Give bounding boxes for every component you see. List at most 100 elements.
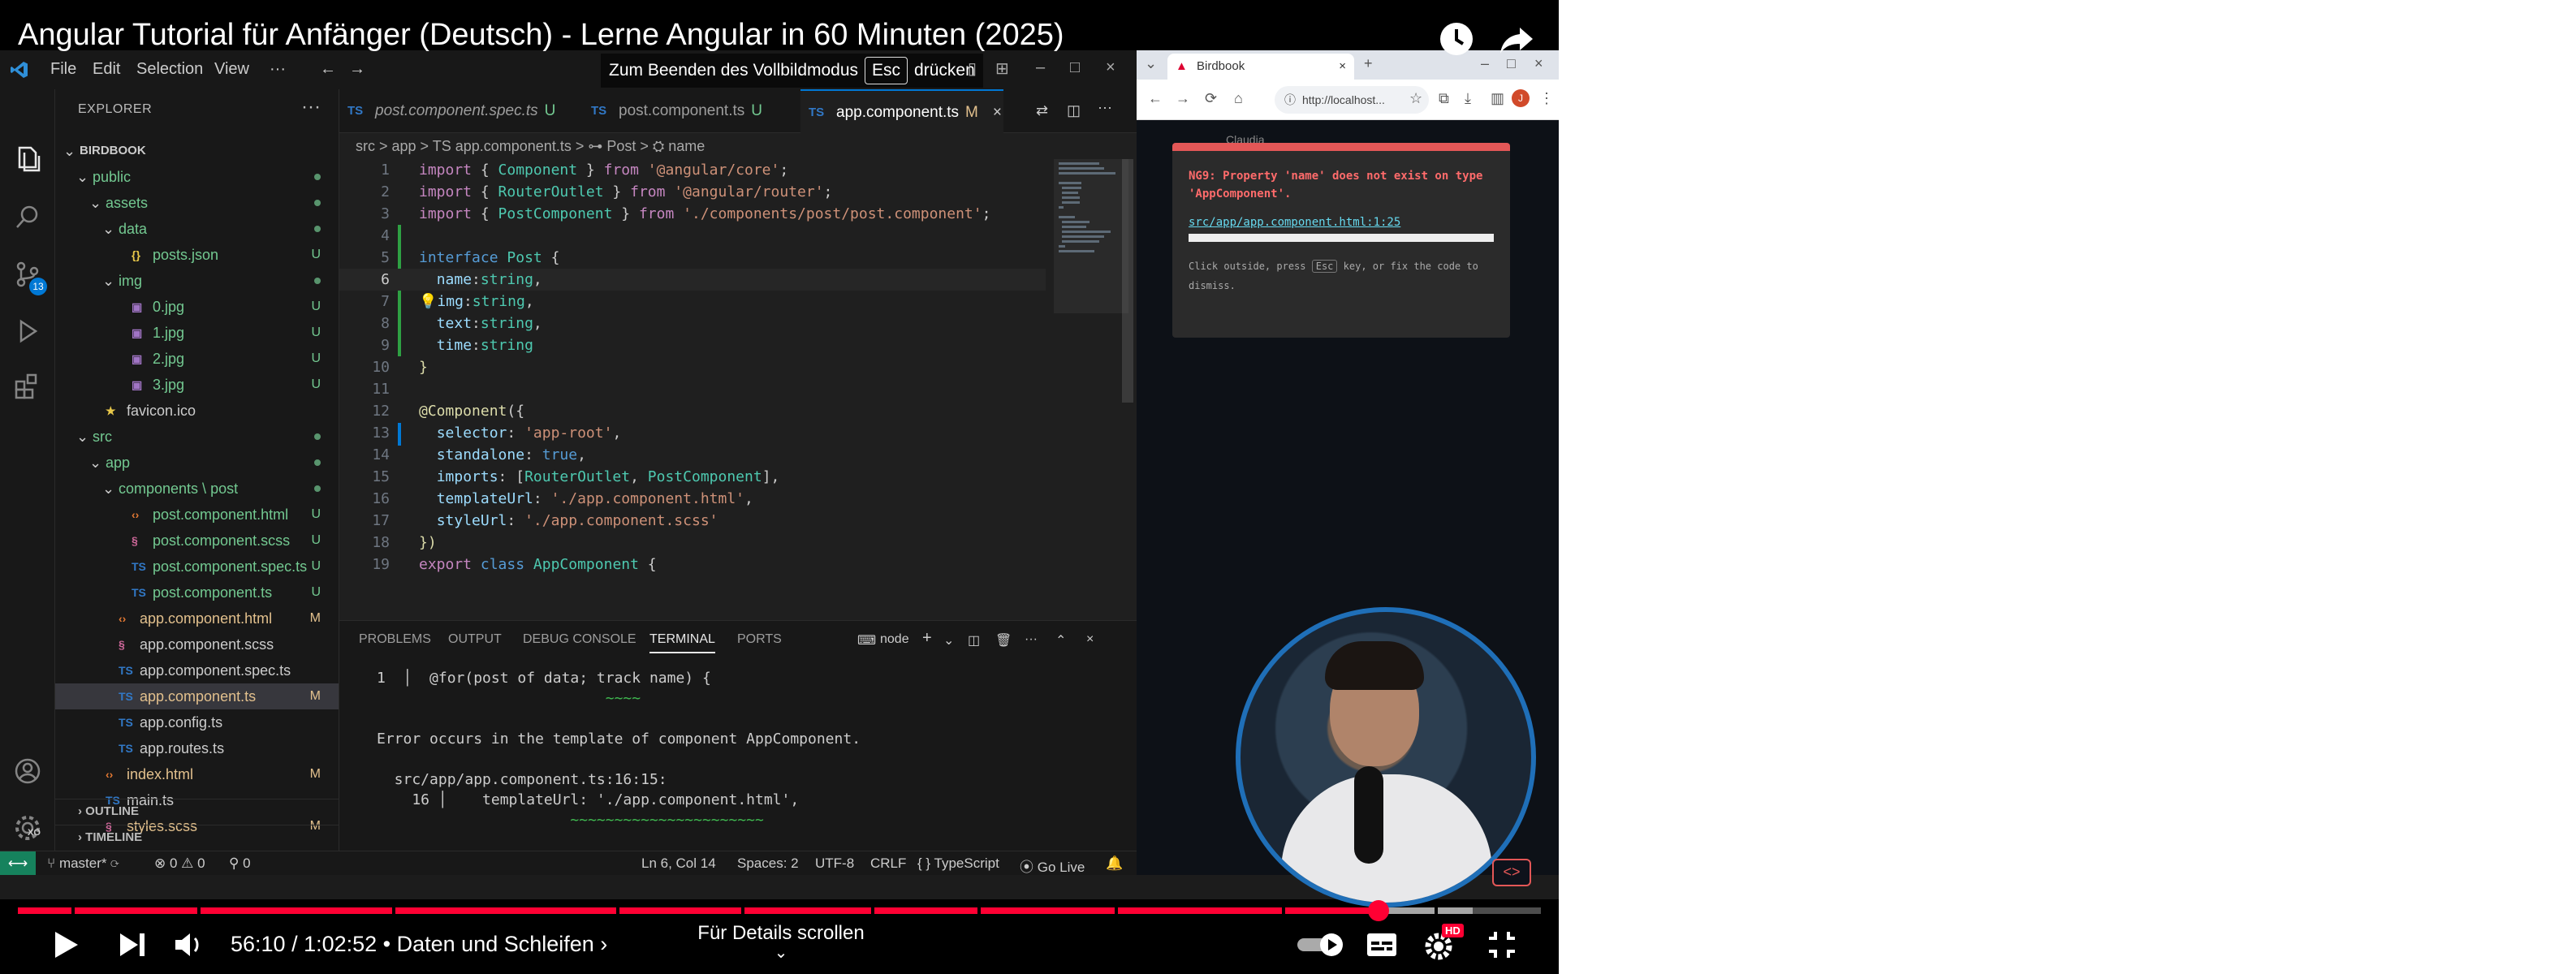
tree-file[interactable]: TS post.component.spec.ts U [55, 554, 339, 580]
code-line[interactable]: 13 selector: 'app-root', [339, 422, 1046, 444]
tree-file[interactable]: ‹› index.html M [55, 761, 339, 787]
code-line[interactable]: 17 styleUrl: './app.component.scss' [339, 510, 1046, 532]
code-line[interactable]: 5 interface Post { [339, 247, 1046, 269]
browser-minimize-icon[interactable]: – [1481, 55, 1489, 72]
browser-home-icon[interactable]: ⌂ [1234, 90, 1243, 107]
line-ending[interactable]: CRLF [870, 855, 906, 872]
code-line[interactable]: 18}) [339, 532, 1046, 554]
scrubber-handle[interactable] [1368, 900, 1390, 921]
maximize-icon[interactable]: □ [1070, 58, 1080, 77]
code-line[interactable]: 10} [339, 356, 1046, 378]
nav-back-icon[interactable]: ← [320, 60, 336, 79]
angular-error-overlay[interactable]: NG9: Property 'name' does not exist on t… [1172, 143, 1510, 338]
go-live-button[interactable]: ⦿ Go Live [1020, 855, 1085, 876]
notifications-bell-icon[interactable]: 🔔 [1106, 855, 1123, 872]
subtitles-icon[interactable] [1362, 925, 1401, 964]
tab-post-component[interactable]: TS post.component.ts U [583, 89, 800, 133]
code-line[interactable]: 9 time:string [339, 334, 1046, 356]
chevron-down-icon[interactable]: ⌄ [89, 190, 101, 216]
downloads-icon[interactable]: ⤓ [1465, 90, 1471, 107]
tree-file[interactable]: TS app.component.spec.ts [55, 657, 339, 683]
browser-back-icon[interactable]: ← [1148, 90, 1163, 107]
extensions-puzzle-icon[interactable]: ⧉ [1439, 90, 1449, 107]
code-line[interactable]: 7 💡img:string, [339, 291, 1046, 312]
code-line[interactable]: 16 templateUrl: './app.component.html', [339, 488, 1046, 510]
chevron-down-icon[interactable]: ⌄ [102, 268, 114, 294]
code-editor[interactable]: 1 import { Component } from '@angular/cor… [339, 159, 1137, 620]
tree-file[interactable]: § post.component.scss U [55, 528, 339, 554]
nav-forward-icon[interactable]: → [349, 60, 365, 79]
search-icon[interactable] [11, 201, 44, 234]
code-line[interactable]: 12 @Component({ [339, 400, 1046, 422]
menu-selection[interactable]: Selection [136, 60, 203, 79]
close-panel-icon[interactable]: × [1086, 632, 1094, 647]
code-line[interactable]: 11 [339, 378, 1046, 400]
tree-file[interactable]: ▣ 1.jpg U [55, 320, 339, 346]
extensions-icon[interactable] [11, 370, 44, 403]
problems-indicator[interactable]: ⊗ 0 ⚠ 0 [154, 855, 205, 872]
tree-folder[interactable]: ⌄ assets [55, 190, 339, 216]
exit-fullscreen-icon[interactable] [1482, 925, 1521, 964]
tree-file[interactable]: ‹› app.component.html M [55, 606, 339, 631]
autoplay-toggle[interactable] [1294, 925, 1351, 964]
new-tab-button[interactable]: + [1364, 55, 1373, 72]
code-line[interactable]: 1 import { Component } from '@angular/cor… [339, 159, 1046, 181]
tree-file[interactable]: TS post.component.ts U [55, 580, 339, 606]
language-mode[interactable]: { } TypeScript [917, 855, 999, 872]
split-terminal-icon[interactable]: ◫ [968, 632, 980, 649]
maximize-panel-icon[interactable]: ⌃ [1055, 632, 1066, 649]
tree-file[interactable]: § app.component.scss [55, 631, 339, 657]
panel-tab-debug-console[interactable]: DEBUG CONSOLE [523, 632, 636, 647]
breadcrumb[interactable]: src > app > TS app.component.ts > ⊶ Post… [356, 133, 705, 159]
code-line[interactable]: 14 standalone: true, [339, 444, 1046, 466]
minimap[interactable] [1054, 159, 1128, 581]
explorer-icon[interactable] [11, 143, 44, 175]
video-progress-bar[interactable] [18, 900, 1541, 921]
tab-close-icon[interactable]: × [993, 104, 1002, 121]
menu-more[interactable]: ··· [270, 60, 286, 79]
tree-folder[interactable]: ⌄ BIRDBOOK [55, 138, 339, 164]
panel-more-icon[interactable]: ··· [1025, 632, 1038, 647]
browser-forward-icon[interactable]: → [1176, 90, 1190, 107]
sidebar-toggle-icon[interactable]: ▥ [1491, 90, 1504, 107]
bookmark-star-icon[interactable]: ☆ [1409, 90, 1422, 107]
volume-icon[interactable] [170, 925, 209, 964]
address-bar[interactable]: ⓘ http://localhost... [1275, 86, 1429, 114]
tree-folder[interactable]: ⌄ components \ post [55, 476, 339, 502]
panel-tab-output[interactable]: OUTPUT [448, 632, 502, 647]
layout-panel-icon[interactable]: ⊞ [995, 58, 1009, 79]
chevron-down-icon[interactable]: ⌄ [76, 164, 88, 190]
outline-section[interactable]: › OUTLINE [55, 799, 339, 823]
browser-tab-birdbook[interactable]: ▲ Birdbook × [1167, 54, 1354, 80]
encoding[interactable]: UTF-8 [815, 855, 854, 872]
chevron-down-icon[interactable]: ⌄ [63, 138, 76, 164]
tab-app-component[interactable]: TS app.component.ts M × [800, 89, 1003, 133]
video-time-chapter[interactable]: 56:10 / 1:02:52 • Daten und Schleifen › [231, 932, 607, 957]
tree-file[interactable]: ▣ 2.jpg U [55, 346, 339, 372]
code-line[interactable]: 2 import { RouterOutlet } from '@angular/… [339, 181, 1046, 203]
close-window-icon[interactable]: × [1106, 58, 1115, 77]
tree-folder[interactable]: ⌄ public [55, 164, 339, 190]
tab-search-icon[interactable]: ⌄ [1145, 55, 1157, 72]
split-editor-icon[interactable]: ◫ [1067, 102, 1081, 119]
editor-more-icon[interactable]: ··· [1098, 99, 1112, 116]
browser-tab-close-icon[interactable]: × [1339, 54, 1346, 80]
tree-folder[interactable]: ⌄ data [55, 216, 339, 242]
panel-tab-problems[interactable]: PROBLEMS [359, 632, 431, 647]
code-line[interactable]: 4 [339, 225, 1046, 247]
run-debug-icon[interactable] [11, 315, 44, 347]
remote-indicator-icon[interactable]: ⟷ [0, 851, 36, 876]
tree-folder[interactable]: ⌄ src [55, 424, 339, 450]
indentation[interactable]: Spaces: 2 [737, 855, 799, 872]
tree-file[interactable]: TS app.config.ts [55, 709, 339, 735]
chevron-down-icon[interactable]: ⌄ [89, 450, 101, 476]
ports-indicator[interactable]: ⚲ 0 [229, 855, 251, 872]
menu-file[interactable]: File [50, 60, 76, 79]
browser-reload-icon[interactable]: ⟳ [1205, 90, 1217, 107]
explorer-more-button[interactable]: ··· [301, 96, 321, 119]
code-line[interactable]: 8 text:string, [339, 312, 1046, 334]
timeline-section[interactable]: › TIMELINE [55, 825, 339, 849]
compare-icon[interactable]: ⇄ [1036, 102, 1048, 119]
code-line[interactable]: 6 name:string, [339, 269, 1046, 291]
video-stage[interactable]: File Edit Selection View ··· ← → Zum Bee… [0, 0, 1559, 974]
